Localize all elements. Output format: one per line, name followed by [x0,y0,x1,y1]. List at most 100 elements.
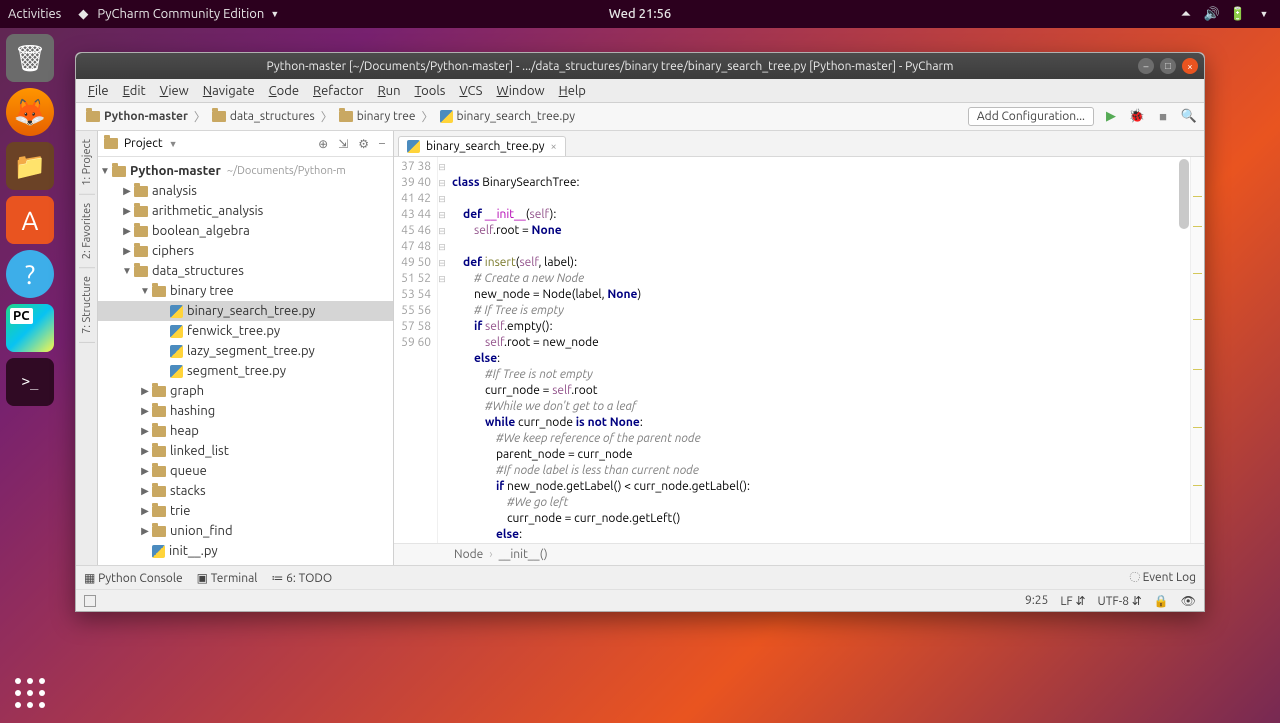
disclosure-icon[interactable]: ▶ [138,425,152,437]
disclosure-icon[interactable]: ▶ [120,185,134,197]
disclosure-icon[interactable]: ▶ [138,405,152,417]
tree-item[interactable]: lazy_segment_tree.py [98,341,393,361]
clock[interactable]: Wed 21:56 [609,7,671,21]
debug-icon[interactable]: 🐞 [1128,109,1146,124]
project-tree[interactable]: ▼Python-master~/Documents/Python-m▶analy… [98,157,393,565]
vertical-scrollbar[interactable] [1179,159,1189,537]
menu-refactor[interactable]: Refactor [307,82,370,100]
maximize-button[interactable]: □ [1160,58,1176,74]
disclosure-icon[interactable]: ▶ [138,485,152,497]
fold-column[interactable]: ⊟ ⊟ ⊟ ⊟ ⊟ ⊟ ⊟ ⊟ [438,157,446,543]
disclosure-icon[interactable]: ▶ [138,525,152,537]
disclosure-icon[interactable]: ▼ [138,285,152,297]
disclosure-icon[interactable]: ▶ [138,505,152,517]
tree-item[interactable]: ▶graph [98,381,393,401]
python-console-tab[interactable]: ▦ Python Console [84,571,183,585]
caret-position[interactable]: 9:25 [1025,594,1048,607]
tab-structure[interactable]: 7: Structure [79,268,95,343]
activities-button[interactable]: Activities [8,7,61,21]
disclosure-icon[interactable]: ▶ [120,205,134,217]
close-tab-icon[interactable]: × [551,141,557,153]
chevron-down-icon[interactable]: ▼ [169,139,178,149]
software-icon[interactable]: A [6,196,54,244]
disclosure-icon[interactable]: ▶ [138,385,152,397]
menu-code[interactable]: Code [263,82,305,100]
pycharm-icon[interactable]: PC [6,304,54,352]
tree-item[interactable]: ▶trie [98,501,393,521]
app-menu[interactable]: ◆ PyCharm Community Edition ▼ [75,6,279,22]
minimize-button[interactable]: – [1138,58,1154,74]
todo-tab[interactable]: ≔ 6: TODO [271,571,332,585]
disclosure-icon[interactable]: ▶ [138,445,152,457]
lock-icon[interactable]: 🔒 [1154,594,1169,608]
network-icon[interactable]: ⏶ [1178,6,1194,22]
tree-item[interactable]: ▶heap [98,421,393,441]
tree-item[interactable]: init__.py [98,541,393,561]
disclosure-icon[interactable]: ▶ [138,465,152,477]
project-pane-title[interactable]: Project [124,137,163,150]
search-icon[interactable]: 🔍 [1180,109,1198,124]
help-icon[interactable]: ? [6,250,54,298]
editor-tab[interactable]: binary_search_tree.py × [398,136,566,156]
breadcrumb-item[interactable]: binary_search_tree.py [436,110,580,123]
menu-run[interactable]: Run [372,82,407,100]
tree-item[interactable]: ▼binary tree [98,281,393,301]
tree-item[interactable]: ▶queue [98,461,393,481]
tree-item[interactable]: fenwick_tree.py [98,321,393,341]
disclosure-icon[interactable]: ▶ [120,225,134,237]
tree-root[interactable]: ▼Python-master~/Documents/Python-m [98,161,393,181]
file-encoding[interactable]: UTF-8 ⇵ [1098,594,1142,608]
breadcrumb-item[interactable]: data_structures [208,110,319,123]
firefox-icon[interactable]: 🦊 [6,88,54,136]
menu-view[interactable]: View [154,82,195,100]
menu-tools[interactable]: Tools [409,82,452,100]
add-configuration-button[interactable]: Add Configuration... [968,107,1094,126]
tree-item[interactable]: ▶linked_list [98,441,393,461]
menu-vcs[interactable]: VCS [453,82,488,100]
run-icon[interactable]: ▶ [1102,109,1120,124]
tab-favorites[interactable]: 2: Favorites [79,195,95,268]
code-content[interactable]: class BinarySearchTree: def __init__(sel… [446,157,1190,543]
disclosure-icon[interactable]: ▼ [120,265,134,277]
tree-item[interactable]: segment_tree.py [98,361,393,381]
tree-item[interactable]: ▼data_structures [98,261,393,281]
show-apps-button[interactable] [10,673,50,713]
target-icon[interactable]: ⊕ [316,137,330,151]
menu-navigate[interactable]: Navigate [197,82,261,100]
menu-help[interactable]: Help [553,82,592,100]
tree-item[interactable]: ▶boolean_algebra [98,221,393,241]
sound-icon[interactable]: 🔊 [1204,6,1220,22]
disclosure-icon[interactable]: ▶ [120,245,134,257]
collapse-icon[interactable]: ⇲ [336,137,350,151]
trash-icon[interactable]: 🗑 [6,34,54,82]
menu-edit[interactable]: Edit [117,82,152,100]
chevron-down-icon[interactable]: ▼ [1256,6,1272,22]
tree-item[interactable]: ▶ciphers [98,241,393,261]
files-icon[interactable]: 📁 [6,142,54,190]
tree-item[interactable]: ▶union_find [98,521,393,541]
tree-item[interactable]: ▶arithmetic_analysis [98,201,393,221]
battery-icon[interactable]: 🔋 [1230,6,1246,22]
tree-item[interactable]: ▶hashing [98,401,393,421]
line-separator[interactable]: LF ⇵ [1060,594,1085,608]
terminal-icon[interactable]: >_ [6,358,54,406]
code-editor[interactable]: 37 38 39 40 41 42 43 44 45 46 47 48 49 5… [394,157,1204,543]
menu-window[interactable]: Window [490,82,550,100]
gear-icon[interactable]: ⚙ [356,137,371,151]
event-log-tab[interactable]: ◌ Event Log [1130,571,1196,584]
error-stripe[interactable] [1190,157,1204,543]
terminal-tab[interactable]: ▣ Terminal [197,571,258,585]
stop-icon[interactable]: ■ [1154,109,1172,124]
inspector-icon[interactable]: 👁 [1181,594,1196,608]
breadcrumb-item[interactable]: binary tree [335,110,420,123]
status-indicator-icon[interactable] [84,595,96,607]
window-titlebar[interactable]: Python-master [~/Documents/Python-master… [76,53,1204,79]
close-button[interactable]: × [1182,58,1198,74]
breadcrumb-item[interactable]: Python-master [82,110,192,123]
tree-item[interactable]: ▶analysis [98,181,393,201]
menu-file[interactable]: File [82,82,115,100]
hide-icon[interactable]: – [377,137,387,150]
tree-item[interactable]: ▶stacks [98,481,393,501]
tree-item[interactable]: binary_search_tree.py [98,301,393,321]
tab-project[interactable]: 1: Project [79,131,95,195]
